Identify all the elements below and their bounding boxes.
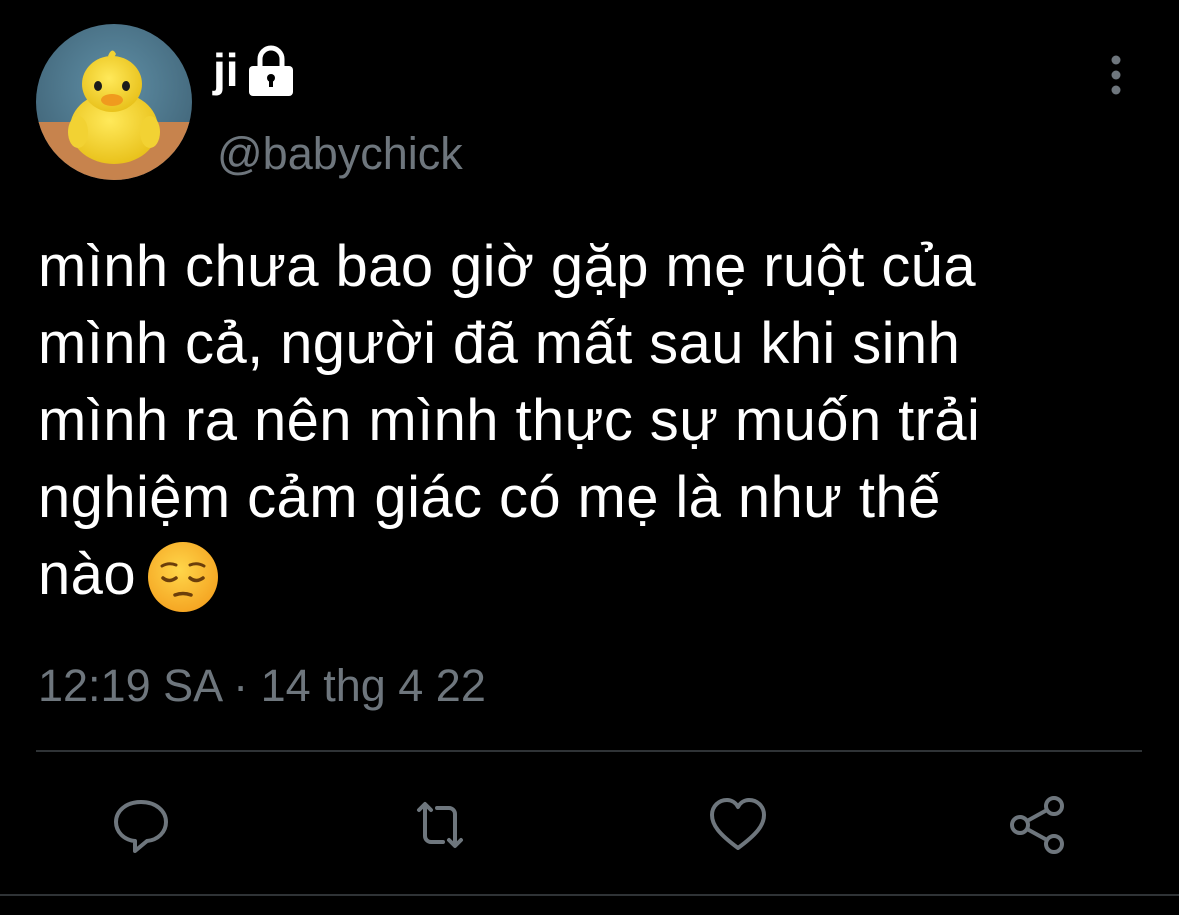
- pensive-face-emoji: [146, 540, 220, 614]
- tweet-line: nghiệm cảm giác có mẹ là như thế: [38, 465, 941, 530]
- speech-bubble-icon: [114, 800, 168, 853]
- tweet-line: mình ra nên mình thực sự muốn trải: [38, 388, 981, 453]
- tweet-action-bar: [0, 790, 1179, 860]
- tweet-line-last-text: nào: [38, 542, 136, 607]
- divider: [36, 750, 1142, 752]
- bottom-divider: [0, 894, 1179, 896]
- share-nodes-icon: [1010, 796, 1064, 854]
- share-button[interactable]: [1002, 790, 1072, 860]
- retweet-arrows-icon: [417, 802, 463, 848]
- author-handle[interactable]: @babychick: [217, 124, 463, 184]
- reply-button[interactable]: [106, 790, 176, 860]
- tweet-line-last: nào: [38, 536, 1148, 614]
- tweet-line: mình chưa bao giờ gặp mẹ ruột của: [38, 234, 977, 299]
- duckling-avatar-image: [36, 24, 192, 180]
- retweet-button[interactable]: [405, 790, 475, 860]
- avatar[interactable]: [36, 24, 192, 180]
- lock-icon: [245, 42, 297, 98]
- like-button[interactable]: [703, 790, 773, 860]
- author-display-name[interactable]: ji: [213, 42, 297, 98]
- display-name-text: ji: [213, 44, 239, 96]
- more-options-icon[interactable]: [1096, 52, 1136, 98]
- heart-icon: [710, 798, 766, 850]
- tweet-line: mình cả, người đã mất sau khi sinh: [38, 311, 961, 376]
- tweet-text: mình chưa bao giờ gặp mẹ ruột của mình c…: [38, 228, 1148, 614]
- tweet-timestamp[interactable]: 12:19 SA · 14 thg 4 22: [38, 656, 486, 716]
